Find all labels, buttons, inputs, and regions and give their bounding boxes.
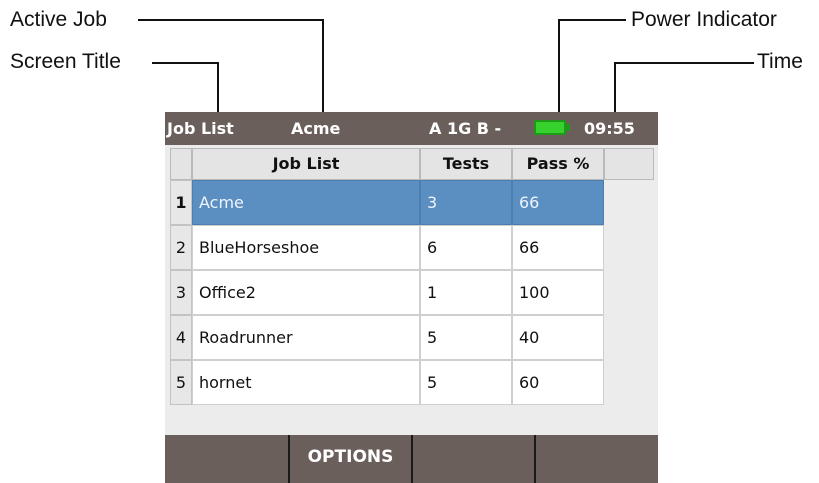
tests-cell: 3 [420, 180, 512, 225]
row-number: 3 [170, 270, 192, 315]
port-status: A 1G B - [429, 119, 502, 138]
leader-line-time [614, 62, 754, 64]
softkey-1[interactable] [165, 435, 290, 483]
pass-cell: 60 [512, 360, 604, 405]
leader-line-power [558, 19, 626, 21]
leader-line-active-job-drop [322, 19, 324, 117]
job-name-cell: BlueHorseshoe [192, 225, 420, 270]
callout-screen-title: Screen Title [10, 50, 121, 73]
leader-line-time-drop [614, 62, 616, 117]
row-number: 4 [170, 315, 192, 360]
callout-time: Time [757, 50, 803, 73]
job-name-cell: Office2 [192, 270, 420, 315]
row-number: 1 [170, 180, 192, 225]
row-number: 5 [170, 360, 192, 405]
leader-line-screen-title [152, 62, 219, 64]
leader-line-screen-title-drop [217, 62, 219, 117]
leader-line-active-job [138, 19, 324, 21]
pass-cell: 66 [512, 225, 604, 270]
leader-line-power-drop [558, 19, 560, 119]
active-job: Acme [291, 119, 341, 138]
tests-cell: 5 [420, 315, 512, 360]
tests-cell: 1 [420, 270, 512, 315]
column-header-pass[interactable]: Pass % [512, 148, 604, 180]
device-screen: Job List Acme A 1G B - 09:55 Job List Te… [165, 112, 658, 483]
softkey-3[interactable] [413, 435, 536, 483]
pass-cell: 66 [512, 180, 604, 225]
callout-power-indicator: Power Indicator [631, 8, 777, 31]
job-name-cell: Roadrunner [192, 315, 420, 360]
column-header-tests[interactable]: Tests [420, 148, 512, 180]
row-number: 2 [170, 225, 192, 270]
battery-tip [566, 124, 570, 131]
clock-time: 09:55 [584, 119, 635, 138]
tests-cell: 5 [420, 360, 512, 405]
job-name-cell: hornet [192, 360, 420, 405]
title-bar: Job List Acme A 1G B - 09:55 [165, 112, 658, 145]
pass-cell: 40 [512, 315, 604, 360]
row-number-header [170, 148, 192, 180]
battery-full-icon [534, 120, 566, 135]
column-header-job-list[interactable]: Job List [192, 148, 420, 180]
softkey-4[interactable] [536, 435, 658, 483]
softkey-bar: OPTIONS [165, 435, 658, 483]
callout-active-job: Active Job [10, 8, 107, 31]
pass-cell: 100 [512, 270, 604, 315]
job-list-table: Job List Tests Pass % 1 Acme 3 66 2 Blue… [165, 145, 658, 435]
tests-cell: 6 [420, 225, 512, 270]
job-name-cell: Acme [192, 180, 420, 225]
column-header-blank [604, 148, 654, 180]
softkey-options[interactable]: OPTIONS [290, 435, 413, 483]
screen-title: Job List [167, 119, 234, 138]
